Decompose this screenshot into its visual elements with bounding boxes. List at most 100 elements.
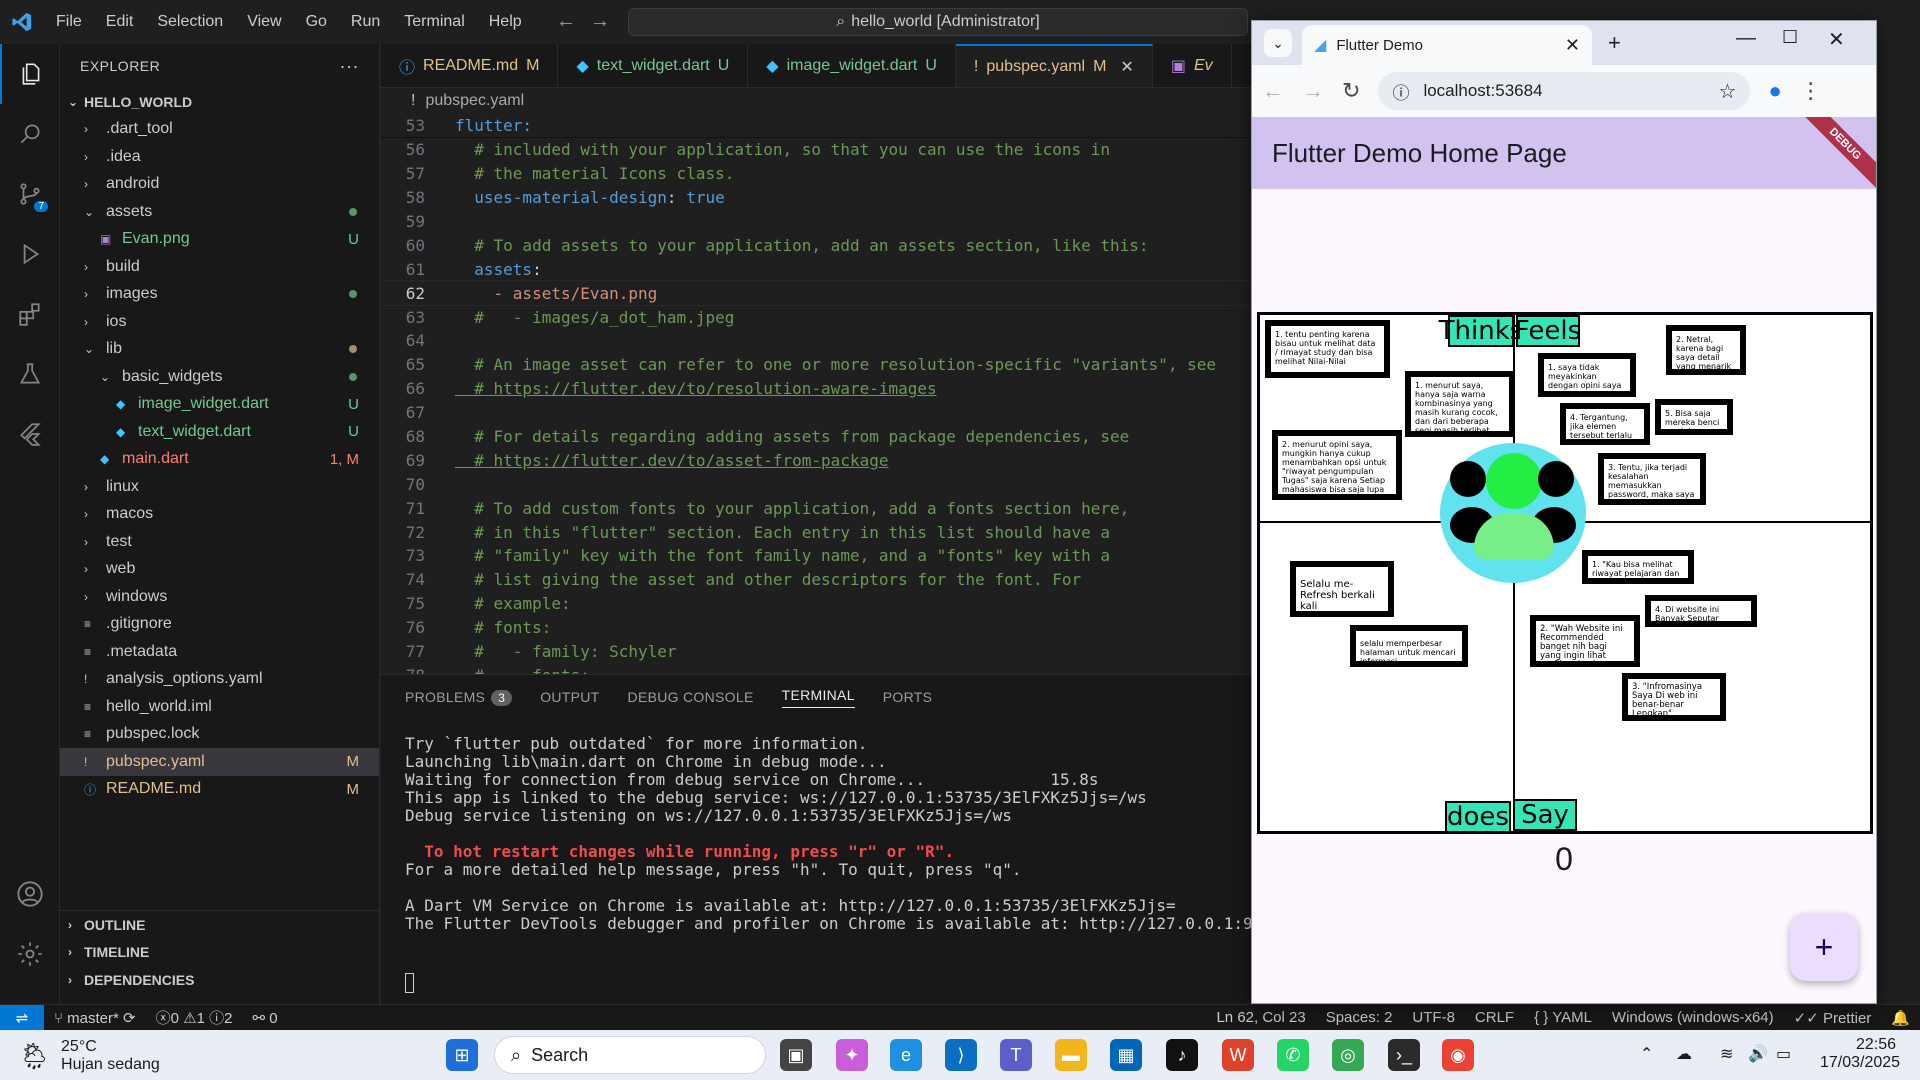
more-actions-icon[interactable]: ··· xyxy=(340,56,359,77)
file-tree-item[interactable]: ⌄ basic_widgets xyxy=(60,363,379,391)
git-branch[interactable]: ⑂ master* ⟳ xyxy=(44,1009,146,1027)
whatsapp-icon[interactable]: ✆ xyxy=(1277,1039,1309,1071)
tab-output[interactable]: OUTPUT xyxy=(540,689,599,705)
wps-office-icon[interactable]: W xyxy=(1222,1039,1254,1071)
terminal-icon[interactable]: ›_ xyxy=(1388,1039,1420,1071)
breadcrumb[interactable]: ! pubspec.yaml xyxy=(381,88,1251,114)
menu-file[interactable]: File xyxy=(44,13,94,31)
editor-tab[interactable]: ▣ Ev xyxy=(1153,44,1232,87)
back-arrow-icon[interactable]: ← xyxy=(556,10,576,33)
file-tree-item[interactable]: ≡ .metadata xyxy=(60,638,379,666)
minimize-icon[interactable]: — xyxy=(1736,27,1756,50)
file-tree-item[interactable]: › ios xyxy=(60,308,379,336)
tab-search-icon[interactable]: ⌄ xyxy=(1264,29,1292,57)
volume-icon[interactable]: 🔊 xyxy=(1748,1044,1768,1064)
extensions-icon[interactable] xyxy=(0,284,60,344)
file-tree-item[interactable]: › build xyxy=(60,253,379,281)
explorer-icon[interactable] xyxy=(0,44,60,104)
remote-icon[interactable]: ⇌ xyxy=(0,1004,44,1031)
weather-widget[interactable]: 🌦 25°C Hujan sedang xyxy=(18,1038,160,1074)
code-editor[interactable]: 53 flutter: 56 # included with your appl… xyxy=(381,114,1251,674)
copilot-icon[interactable]: ✦ xyxy=(836,1039,868,1071)
chrome-tab[interactable]: ◢ Flutter Demo ✕ xyxy=(1302,25,1592,65)
editor-tab[interactable]: ◆ text_widget.dart U xyxy=(558,44,749,87)
flutter-icon[interactable] xyxy=(0,404,60,464)
tab-problems[interactable]: PROBLEMS 3 xyxy=(405,689,513,706)
forward-icon[interactable]: → xyxy=(1302,78,1324,104)
outline-section[interactable]: › OUTLINE xyxy=(60,911,380,939)
language-mode[interactable]: { } YAML xyxy=(1524,1009,1602,1026)
file-tree-item[interactable]: ◆ main.dart 1, M xyxy=(60,446,379,474)
problems-status[interactable]: ⓧ0 ⚠1 ⓘ2 xyxy=(146,1007,243,1028)
clock[interactable]: 22:56 17/03/2025 xyxy=(1820,1036,1900,1072)
menu-selection[interactable]: Selection xyxy=(145,13,235,31)
wifi-icon[interactable]: ≋ xyxy=(1720,1044,1733,1064)
account-icon[interactable] xyxy=(0,864,60,924)
file-tree-item[interactable]: ≡ .gitignore xyxy=(60,611,379,639)
reload-icon[interactable]: ↻ xyxy=(1342,78,1360,104)
menu-run[interactable]: Run xyxy=(339,13,392,31)
search-icon[interactable] xyxy=(0,104,60,164)
forward-arrow-icon[interactable]: → xyxy=(590,10,610,33)
vscode-taskbar-icon[interactable]: ⟩ xyxy=(945,1039,977,1071)
menu-edit[interactable]: Edit xyxy=(94,13,146,31)
microsoft-store-icon[interactable]: ▦ xyxy=(1110,1039,1142,1071)
edge-icon[interactable]: e xyxy=(890,1039,922,1071)
encoding[interactable]: UTF-8 xyxy=(1402,1009,1465,1026)
taskbar-search[interactable]: ⌕ Search xyxy=(494,1036,766,1074)
workspace-root[interactable]: ⌄ HELLO_WORLD xyxy=(60,88,379,116)
terminal-output[interactable]: Try `flutter pub outdated` for more info… xyxy=(381,719,1251,945)
maximize-icon[interactable]: ☐ xyxy=(1782,27,1798,48)
windows-start-icon[interactable]: ⊞ xyxy=(446,1039,478,1071)
menu-help[interactable]: Help xyxy=(477,13,534,31)
testing-flask-icon[interactable] xyxy=(0,344,60,404)
tab-ports[interactable]: PORTS xyxy=(883,689,932,705)
increment-fab-button[interactable]: + xyxy=(1790,913,1858,981)
teams-icon[interactable]: T xyxy=(1000,1039,1032,1071)
tiktok-icon[interactable]: ♪ xyxy=(1166,1039,1198,1071)
site-info-icon[interactable]: ⓘ xyxy=(1392,79,1409,104)
notifications-bell-icon[interactable]: 🔔 xyxy=(1881,1009,1920,1027)
dependencies-section[interactable]: › DEPENDENCIES xyxy=(60,966,380,994)
file-tree-item[interactable]: ▣ Evan.png U xyxy=(60,226,379,254)
tab-debug-console[interactable]: DEBUG CONSOLE xyxy=(628,689,754,705)
formatter[interactable]: ✓✓ Prettier xyxy=(1784,1009,1882,1027)
close-tab-icon[interactable]: ✕ xyxy=(1120,57,1133,77)
file-tree-item[interactable]: ≡ pubspec.lock xyxy=(60,721,379,749)
file-tree-item[interactable]: ⌄ lib xyxy=(60,336,379,364)
menu-terminal[interactable]: Terminal xyxy=(392,13,476,31)
file-tree-item[interactable]: ! analysis_options.yaml xyxy=(60,666,379,694)
editor-tab[interactable]: ! pubspec.yaml M ✕ xyxy=(955,44,1153,87)
file-tree-item[interactable]: › linux xyxy=(60,473,379,501)
indentation[interactable]: Spaces: 2 xyxy=(1316,1009,1403,1026)
chrome-icon[interactable]: ◉ xyxy=(1442,1039,1474,1071)
file-tree-item[interactable]: › android xyxy=(60,171,379,199)
end-of-line[interactable]: CRLF xyxy=(1465,1009,1524,1026)
bookmark-star-icon[interactable]: ☆ xyxy=(1719,79,1737,104)
platform[interactable]: Windows (windows-x64) xyxy=(1602,1009,1784,1026)
file-tree-item[interactable]: ◆ image_widget.dart U xyxy=(60,391,379,419)
cloud-icon[interactable]: ☁ xyxy=(1676,1044,1692,1064)
battery-icon[interactable]: ▭ xyxy=(1776,1044,1791,1064)
file-tree-item[interactable]: › windows xyxy=(60,583,379,611)
file-tree-item[interactable]: › images xyxy=(60,281,379,309)
timeline-section[interactable]: › TIMELINE xyxy=(60,939,380,967)
file-tree-item[interactable]: ≡ hello_world.iml xyxy=(60,693,379,721)
file-tree-item[interactable]: › web xyxy=(60,556,379,584)
editor-tab[interactable]: ⓘ README.md M xyxy=(381,44,559,87)
run-debug-icon[interactable] xyxy=(0,224,60,284)
file-tree-item[interactable]: ⌄ assets xyxy=(60,198,379,226)
close-tab-icon[interactable]: ✕ xyxy=(1565,35,1580,56)
menu-go[interactable]: Go xyxy=(294,13,339,31)
file-tree-item[interactable]: › .dart_tool xyxy=(60,116,379,144)
profile-avatar-icon[interactable]: ● xyxy=(1768,78,1781,104)
file-tree-item[interactable]: ⓘ README.md M xyxy=(60,776,379,804)
back-icon[interactable]: ← xyxy=(1262,78,1284,104)
close-window-icon[interactable]: ✕ xyxy=(1828,27,1845,52)
chrome-profile-icon[interactable]: ◎ xyxy=(1332,1039,1364,1071)
source-control-icon[interactable]: 7 xyxy=(0,164,60,224)
address-bar[interactable]: ⓘ localhost:53684 ☆ xyxy=(1378,72,1751,110)
tab-terminal[interactable]: TERMINAL xyxy=(781,687,855,708)
file-tree-item[interactable]: ◆ text_widget.dart U xyxy=(60,418,379,446)
cursor-position[interactable]: Ln 62, Col 23 xyxy=(1206,1009,1315,1026)
